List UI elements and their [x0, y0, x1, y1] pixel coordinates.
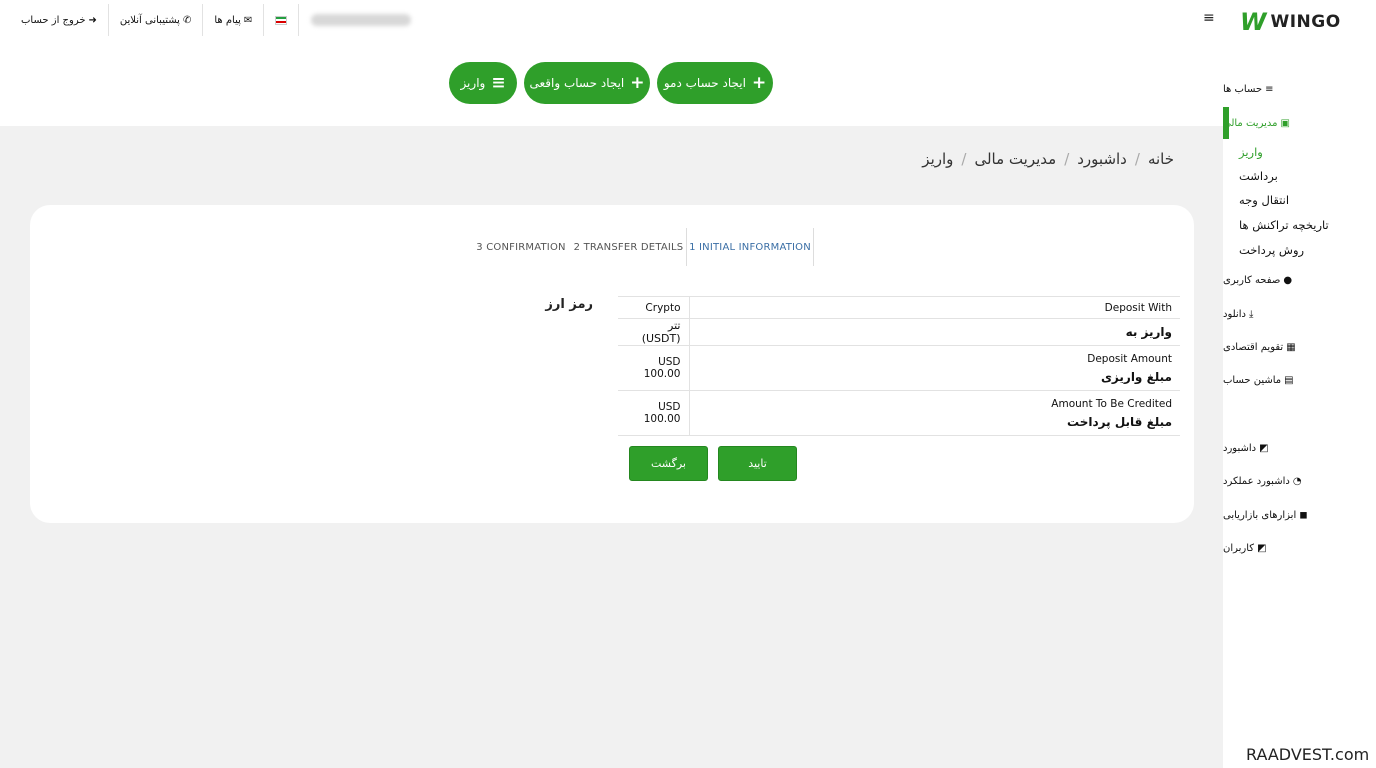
plus-icon: + [751, 73, 767, 93]
support-icon: ✆ [182, 14, 192, 26]
deposit-card: 3 CONFIRMATION 2 TRANSFER DETAILS 1 INIT… [30, 205, 1194, 523]
deposit-button[interactable]: ≡ واریز [449, 62, 517, 104]
sidebar-item-label: کاربران [1223, 542, 1255, 554]
hamburger-icon[interactable]: ≡ [1203, 10, 1215, 26]
logo[interactable]: W WINGO [1240, 10, 1341, 34]
sidebar-item-label: داشبورد [1223, 442, 1257, 454]
breadcrumb-separator: / [1064, 150, 1070, 168]
envelope-icon: ✉ [243, 14, 253, 26]
action-button-row: ≡ واریز + ایجاد حساب واقعی + ایجاد حساب … [0, 40, 1223, 126]
sidebar-item-label: حساب ها [1223, 83, 1263, 95]
sidebar-item-label: صفحه کاربری [1223, 274, 1281, 286]
sidebar-item-label: تقویم اقتصادی [1223, 341, 1284, 353]
sidebar-item-label: داشبورد عملکرد [1223, 475, 1290, 487]
wallet-icon: ▣ [1280, 117, 1290, 129]
user-account-name-blurred [311, 14, 412, 26]
sidebar-subitem-payment-method[interactable]: روش پرداخت [1239, 243, 1304, 257]
chart-icon: ◩ [1259, 442, 1269, 454]
deposit-with-value: Crypto [618, 296, 690, 319]
breadcrumb-separator: / [1134, 150, 1140, 168]
sidebar-item-dashboard[interactable]: ◩ داشبورد [1223, 438, 1376, 458]
logo-text: WINGO [1270, 12, 1341, 32]
breadcrumb-separator: / [961, 150, 967, 168]
deposit-with-key: Deposit With [689, 296, 1180, 319]
watermark: RAADVEST.com [1246, 745, 1370, 764]
iran-flag-icon [275, 15, 288, 25]
deposit-amount-value: USD 100.00 [618, 345, 690, 391]
breadcrumb-dashboard[interactable]: داشبورد [1077, 150, 1127, 168]
sidebar: W WINGO ≡ حساب ها ▣ مدیریت مالی واریز بر… [1223, 0, 1376, 768]
sidebar-subitem-withdraw[interactable]: برداشت [1239, 169, 1278, 183]
download-icon: ⤓ [1248, 308, 1254, 320]
deposit-to-value: تتر (USDT) [618, 318, 690, 346]
calculator-icon: ▤ [1284, 374, 1294, 386]
list-icon: ≡ [1265, 83, 1274, 95]
deposit-amount-key: Deposit Amount مبلغ واریزی [689, 345, 1180, 391]
table-row: تتر (USDT) واریز به [618, 318, 1180, 346]
sidebar-item-label: دانلود [1223, 308, 1246, 320]
sidebar-item-calendar[interactable]: ▦ تقویم اقتصادی [1223, 337, 1376, 357]
sidebar-item-partners[interactable]: ◩ کاربران [1223, 538, 1376, 558]
list-icon: ≡ [491, 73, 506, 93]
messages-button[interactable]: ✉ پیام ها [203, 4, 265, 36]
create-demo-account-label: ایجاد حساب دمو [663, 76, 746, 90]
section-label: رمز ارز [545, 297, 593, 312]
sidebar-item-performance[interactable]: ◔ داشبورد عملکرد [1223, 471, 1376, 491]
step-initial-information[interactable]: 1 INITIAL INFORMATION [686, 228, 814, 266]
deposit-amount-key-en: Deposit Amount [1087, 352, 1172, 365]
user-icon: ● [1283, 274, 1293, 286]
logout-label: خروج از حساب [21, 14, 86, 26]
plus-icon: + [630, 73, 645, 93]
sidebar-item-marketing-tools[interactable]: ◼ ابزارهای بازاریابی [1223, 505, 1376, 525]
confirm-button[interactable]: تایید [718, 446, 797, 481]
back-button[interactable]: برگشت [629, 446, 708, 481]
sidebar-item-calculator[interactable]: ▤ ماشین حساب [1223, 370, 1376, 390]
sidebar-item-finance[interactable]: ▣ مدیریت مالی [1223, 113, 1376, 133]
deposit-label: واریز [460, 76, 486, 90]
deposit-summary-table: Crypto Deposit With تتر (USDT) واریز به … [618, 296, 1180, 436]
language-selector[interactable] [264, 4, 300, 36]
breadcrumb: خانه / داشبورد / مدیریت مالی / واریز [922, 150, 1174, 168]
logo-mark: W [1240, 8, 1267, 36]
credited-amount-key-fa: مبلغ قابل پرداخت [1067, 414, 1172, 429]
top-bar: ➜ خروج از حساب ✆ پشتیبانی آنلاین ✉ پیام … [0, 0, 1223, 40]
logout-button[interactable]: ➜ خروج از حساب [10, 4, 109, 36]
sidebar-subitem-transaction-history[interactable]: تاریخچه تراکنش ها [1239, 218, 1329, 232]
step-transfer-details[interactable]: 2 TRANSFER DETAILS [571, 228, 686, 266]
create-real-account-label: ایجاد حساب واقعی [529, 76, 625, 90]
credited-amount-value: USD 100.00 [618, 390, 690, 436]
deposit-amount-key-fa: مبلغ واریزی [1100, 369, 1172, 384]
credited-amount-key: Amount To Be Credited مبلغ قابل پرداخت [689, 390, 1180, 436]
sidebar-item-label: ابزارهای بازاریابی [1223, 509, 1297, 521]
sidebar-item-profile[interactable]: ● صفحه کاربری [1223, 270, 1376, 290]
chart-icon: ◩ [1257, 542, 1267, 554]
top-actions: ➜ خروج از حساب ✆ پشتیبانی آنلاین ✉ پیام … [10, 4, 412, 36]
sidebar-subitem-deposit[interactable]: واریز [1239, 145, 1263, 159]
logout-icon: ➜ [88, 14, 97, 26]
credited-amount-key-en: Amount To Be Credited [1051, 397, 1172, 410]
sidebar-item-label: مدیریت مالی [1223, 117, 1278, 129]
step-confirmation[interactable]: 3 CONFIRMATION [471, 228, 571, 266]
sidebar-subitem-transfer[interactable]: انتقال وجه [1239, 193, 1289, 207]
briefcase-icon: ◼ [1299, 509, 1308, 521]
support-label: پشتیبانی آنلاین [119, 14, 180, 26]
messages-label: پیام ها [214, 14, 241, 26]
deposit-to-key: واریز به [689, 318, 1180, 346]
step-tabs: 3 CONFIRMATION 2 TRANSFER DETAILS 1 INIT… [471, 228, 814, 266]
calendar-icon: ▦ [1286, 341, 1296, 353]
table-row: Crypto Deposit With [618, 296, 1180, 319]
sidebar-item-accounts[interactable]: ≡ حساب ها [1223, 79, 1376, 99]
sidebar-item-download[interactable]: ⤓ دانلود [1223, 304, 1376, 324]
create-real-account-button[interactable]: + ایجاد حساب واقعی [524, 62, 650, 104]
sidebar-item-label: ماشین حساب [1223, 374, 1282, 386]
create-demo-account-button[interactable]: + ایجاد حساب دمو [657, 62, 773, 104]
table-row: USD 100.00 Deposit Amount مبلغ واریزی [618, 345, 1180, 391]
form-actions: برگشت تایید [629, 446, 797, 481]
breadcrumb-home[interactable]: خانه [1148, 150, 1174, 168]
table-row: USD 100.00 Amount To Be Credited مبلغ قا… [618, 390, 1180, 436]
support-button[interactable]: ✆ پشتیبانی آنلاین [109, 4, 204, 36]
breadcrumb-current: واریز [922, 150, 954, 168]
breadcrumb-finance[interactable]: مدیریت مالی [974, 150, 1056, 168]
pie-chart-icon: ◔ [1292, 475, 1302, 487]
